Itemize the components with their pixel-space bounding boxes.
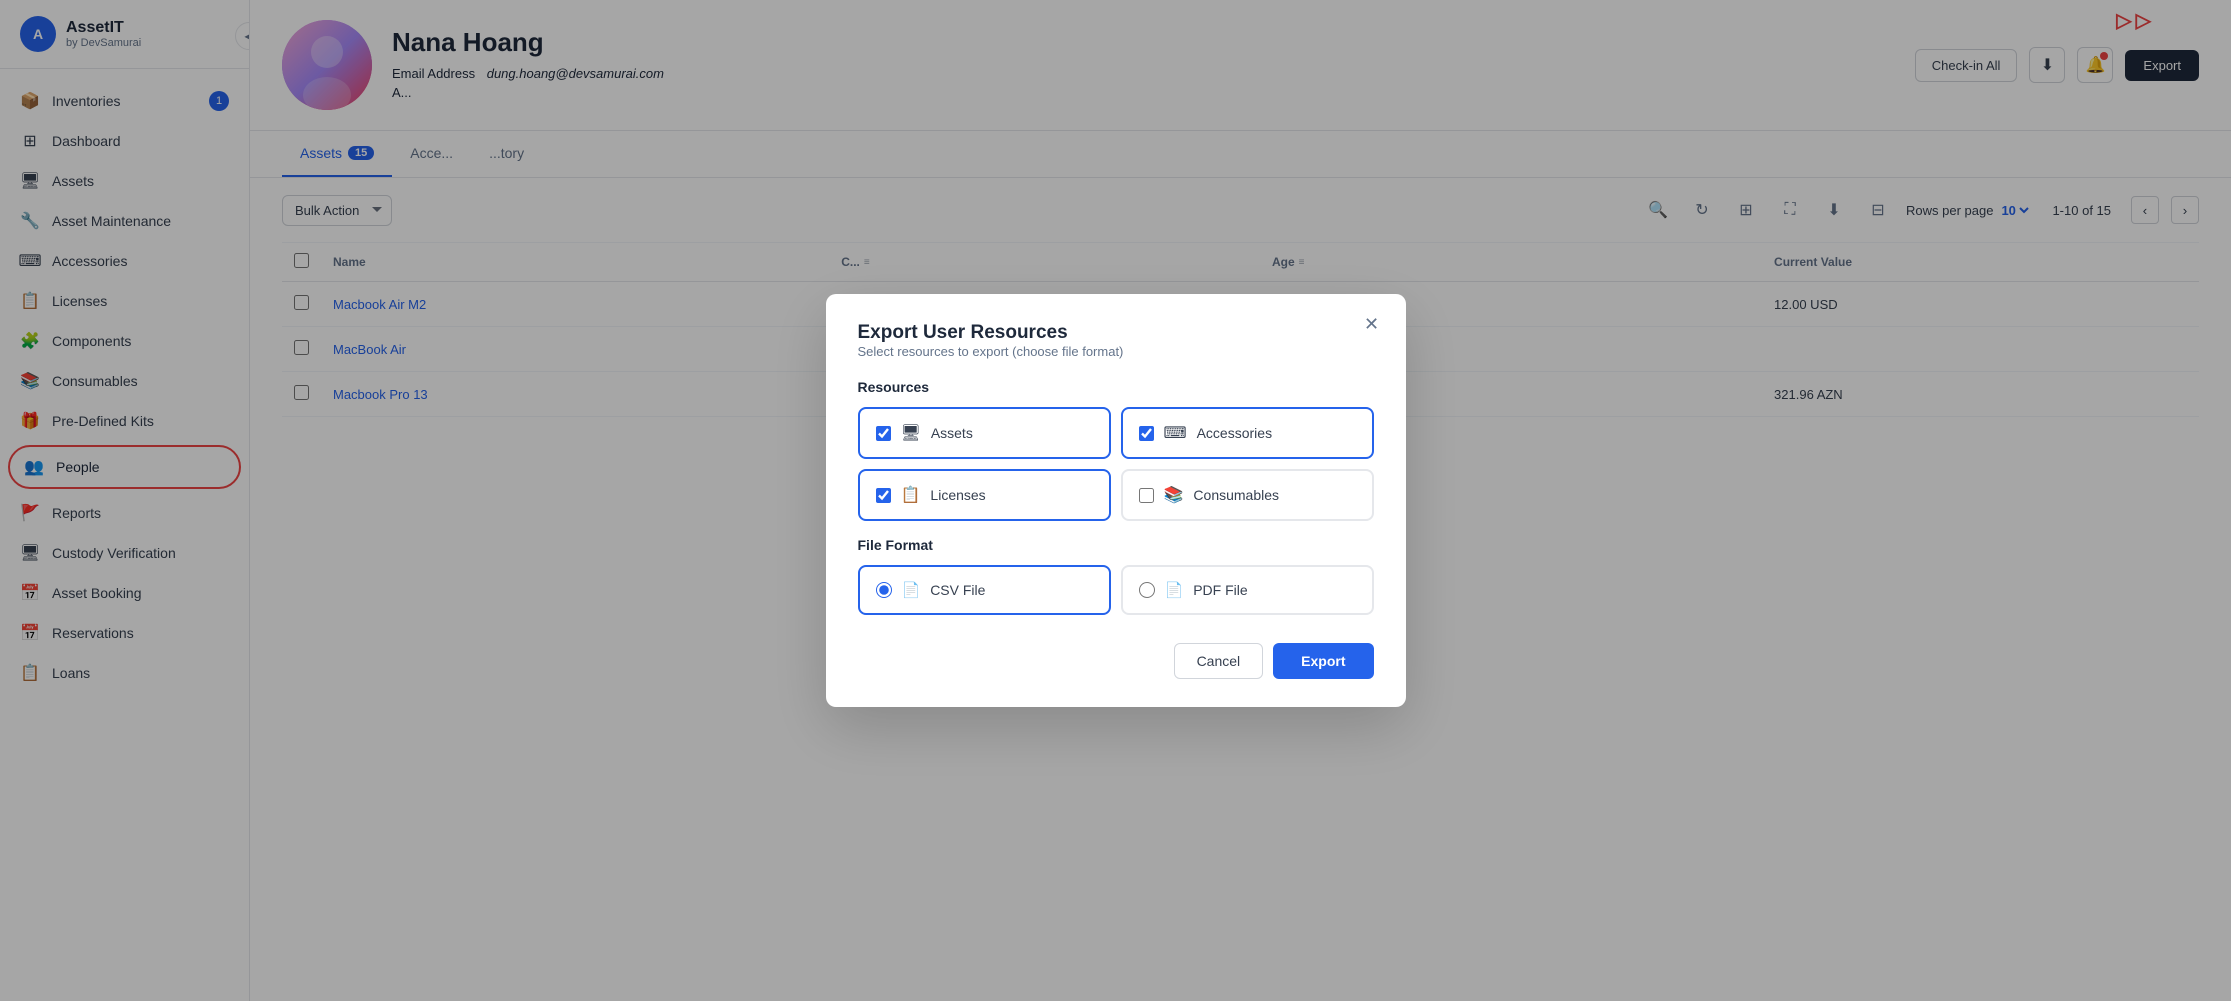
resource-option-assets[interactable]: 🖥 Assets: [858, 407, 1111, 459]
licenses-resource-icon: 📋: [901, 485, 921, 505]
export-button-modal[interactable]: Export: [1273, 643, 1373, 679]
assets-resource-icon: 🖥: [901, 423, 921, 443]
csv-icon: 📄: [902, 581, 921, 599]
cancel-button[interactable]: Cancel: [1174, 643, 1264, 679]
resource-label-consumables: Consumables: [1193, 487, 1279, 503]
pdf-icon: 📄: [1165, 581, 1184, 599]
accessories-resource-icon: ⌨: [1164, 423, 1187, 443]
resource-label-assets: Assets: [931, 425, 973, 441]
modal-actions: Cancel Export: [858, 643, 1374, 679]
resource-option-licenses[interactable]: 📋 Licenses: [858, 469, 1111, 521]
modal-close-button[interactable]: ✕: [1358, 310, 1386, 338]
resources-grid: 🖥 Assets ⌨ Accessories 📋 Licenses 📚 Cons…: [858, 407, 1374, 521]
format-label-pdf: PDF File: [1193, 582, 1247, 598]
modal-title: Export User Resources: [858, 322, 1374, 344]
resource-checkbox-licenses[interactable]: [876, 488, 891, 503]
format-label-csv: CSV File: [930, 582, 985, 598]
resource-checkbox-assets[interactable]: [876, 426, 891, 441]
resource-option-consumables[interactable]: 📚 Consumables: [1121, 469, 1374, 521]
resource-checkbox-consumables[interactable]: [1139, 488, 1154, 503]
resource-option-accessories[interactable]: ⌨ Accessories: [1121, 407, 1374, 459]
export-modal: ✕ Export User Resources Select resources…: [826, 294, 1406, 707]
format-radio-pdf[interactable]: [1139, 582, 1155, 598]
resource-checkbox-accessories[interactable]: [1139, 426, 1154, 441]
modal-subtitle: Select resources to export (choose file …: [858, 344, 1374, 359]
resource-label-accessories: Accessories: [1197, 425, 1272, 441]
format-option-pdf[interactable]: 📄 PDF File: [1121, 565, 1374, 615]
file-format-grid: 📄 CSV File 📄 PDF File: [858, 565, 1374, 615]
file-format-label: File Format: [858, 537, 1374, 553]
resource-label-licenses: Licenses: [930, 487, 985, 503]
format-option-csv[interactable]: 📄 CSV File: [858, 565, 1111, 615]
resources-label: Resources: [858, 379, 1374, 395]
modal-overlay[interactable]: ✕ Export User Resources Select resources…: [0, 0, 2231, 1001]
format-radio-csv[interactable]: [876, 582, 892, 598]
consumables-resource-icon: 📚: [1164, 485, 1184, 505]
